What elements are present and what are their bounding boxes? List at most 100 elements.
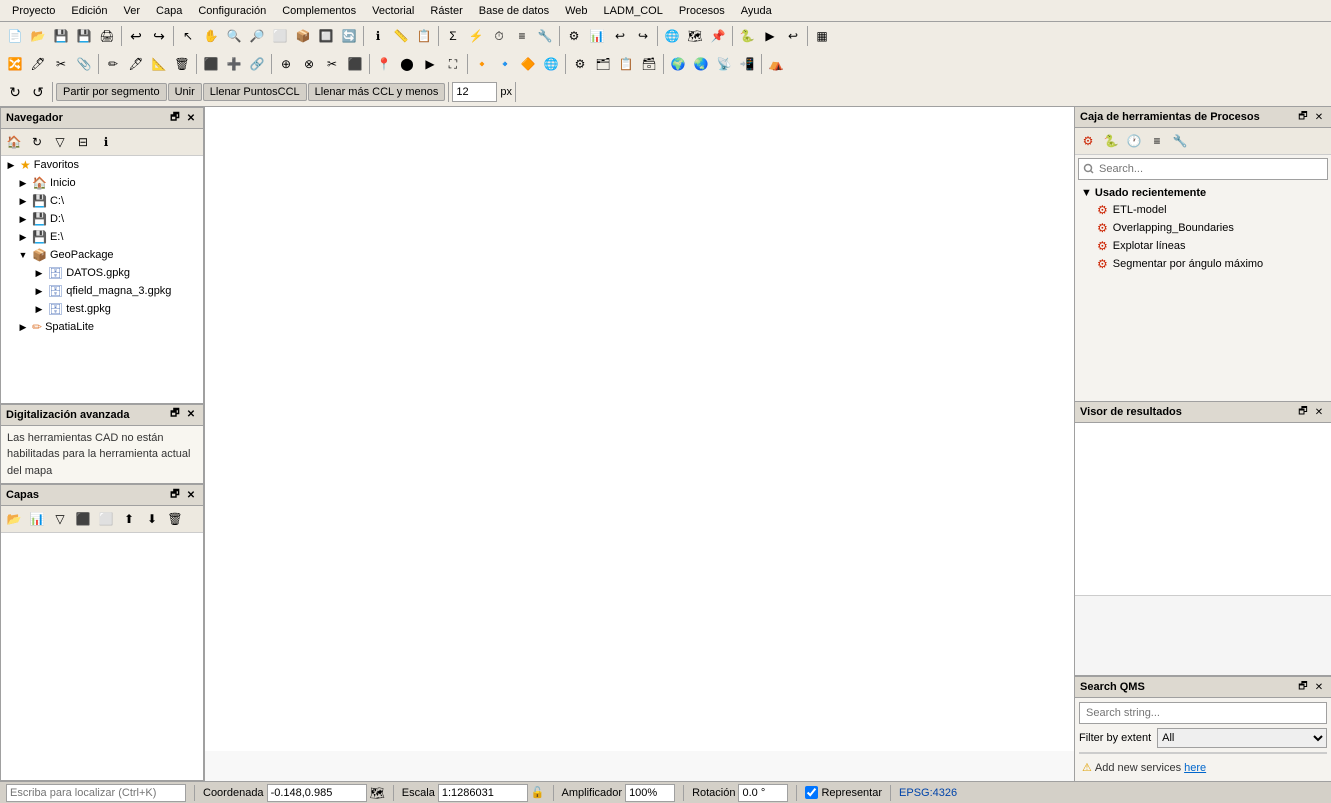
tb2-25[interactable]: 🗂 [592,53,614,75]
tb-ext2[interactable]: 🗺 [684,25,706,47]
nav-qfield-gpkg[interactable]: ▶ 🗄 qfield_magna_3.gpkg [1,282,203,300]
tb2-10[interactable]: ➕ [223,53,245,75]
tb2-3[interactable]: ✂ [50,53,72,75]
toolbox-item-overlap[interactable]: ⚙ Overlapping_Boundaries [1077,219,1329,237]
tb2-5[interactable]: ✏ [102,53,124,75]
tb-save[interactable]: 💾 [50,25,72,47]
menu-edicion[interactable]: Edición [63,3,115,19]
tb-select[interactable]: ↖ [177,25,199,47]
toolbox-clock-btn[interactable]: 🕐 [1123,130,1145,152]
tb-new[interactable]: 📄 [4,25,26,47]
tb2-28[interactable]: 🌍 [667,53,689,75]
menu-web[interactable]: Web [557,3,595,19]
toolbox-item-segmentar[interactable]: ⚙ Segmentar por ángulo máximo [1077,255,1329,273]
tb2-1[interactable]: 🔀 [4,53,26,75]
toolbox-list-btn[interactable]: ≡ [1146,130,1168,152]
toolbox-item-explotar[interactable]: ⚙ Explotar líneas [1077,237,1329,255]
tb2-19[interactable]: ⛶ [442,53,464,75]
nav-info-btn[interactable]: ℹ [95,131,117,153]
tb-tip1[interactable]: Σ [442,25,464,47]
tb-tip2[interactable]: ⚡ [465,25,487,47]
nav-refresh-btn[interactable]: ↻ [26,131,48,153]
menu-complementos[interactable]: Complementos [274,3,364,19]
tb2-31[interactable]: 📲 [736,53,758,75]
statusbar-search-input[interactable] [6,784,186,802]
nav-favorites[interactable]: ▶ ★ Favoritos [1,156,203,174]
tb-undo[interactable]: ↩ [125,25,147,47]
toolbox-item-etl[interactable]: ⚙ ETL-model [1077,201,1329,219]
toolbox-python-btn[interactable]: 🐍 [1100,130,1122,152]
scale-input[interactable] [438,784,528,802]
nav-geopackage[interactable]: ▼ 📦 GeoPackage [1,246,203,264]
tb2-15[interactable]: ⬛ [344,53,366,75]
tb2-17[interactable]: ⬤ [396,53,418,75]
tb2-4[interactable]: 📎 [73,53,95,75]
toolbox-settings-btn[interactable]: 🔧 [1169,130,1191,152]
tb-py2[interactable]: ▶ [759,25,781,47]
tb2-14[interactable]: ✂ [321,53,343,75]
tb3-refresh2[interactable]: ↺ [27,81,49,103]
tb-save-as[interactable]: 💾 [73,25,95,47]
menu-vectorial[interactable]: Vectorial [364,3,422,19]
toolbox-search-input[interactable] [1078,158,1328,180]
tb-zoom-out[interactable]: 🔎 [246,25,268,47]
navigator-float-btn[interactable]: 🗗 [168,111,182,125]
tb2-22[interactable]: 🔶 [517,53,539,75]
tb-redo[interactable]: ↪ [148,25,170,47]
tb-misc3[interactable]: ↩ [609,25,631,47]
tb-identify[interactable]: ℹ [367,25,389,47]
tb2-18[interactable]: ▶ [419,53,441,75]
layers-float-btn[interactable]: 🗗 [168,488,182,502]
represent-checkbox[interactable] [805,786,818,799]
tb2-8[interactable]: 🗑 [171,53,193,75]
navigator-close-btn[interactable]: ✕ [184,111,198,125]
results-close-btn[interactable]: ✕ [1312,405,1326,419]
layer-remove-btn[interactable]: 🗑 [164,508,186,530]
nav-c-drive[interactable]: ▶ 💾 C:\ [1,192,203,210]
menu-raster[interactable]: Ráster [422,3,470,19]
menu-configuracion[interactable]: Configuración [190,3,274,19]
layer-up-btn[interactable]: ⬆ [118,508,140,530]
tb2-21[interactable]: 🔹 [494,53,516,75]
qms-search-input[interactable] [1079,702,1327,724]
tb2-12[interactable]: ⊕ [275,53,297,75]
px-value-input[interactable] [452,82,497,102]
btn-unir[interactable]: Unir [168,83,202,101]
tb2-24[interactable]: ⚙ [569,53,591,75]
nav-test-gpkg[interactable]: ▶ 🗄 test.gpkg [1,300,203,318]
epsg-label[interactable]: EPSG:4326 [899,787,957,799]
nav-spatialite[interactable]: ▶ ✏ SpatiaLite [1,318,203,336]
nav-e-drive[interactable]: ▶ 💾 E:\ [1,228,203,246]
qms-footer-link[interactable]: here [1184,762,1206,774]
tb2-23[interactable]: 🌐 [540,53,562,75]
layer-datasource-btn[interactable]: 📊 [26,508,48,530]
rotation-input[interactable] [738,784,788,802]
tb2-16[interactable]: 📍 [373,53,395,75]
menu-ver[interactable]: Ver [116,3,149,19]
layers-close-btn[interactable]: ✕ [184,488,198,502]
qms-close-btn[interactable]: ✕ [1312,680,1326,694]
tb-ext3[interactable]: 📌 [707,25,729,47]
tb3-refresh1[interactable]: ↻ [4,81,26,103]
tb-misc4[interactable]: ↪ [632,25,654,47]
menu-ladm[interactable]: LADM_COL [596,3,671,19]
tb-tip4[interactable]: ≡ [511,25,533,47]
tb2-9[interactable]: ⬛ [200,53,222,75]
layer-group1-btn[interactable]: ⬛ [72,508,94,530]
tb-misc1[interactable]: ⚙ [563,25,585,47]
tb2-27[interactable]: 🗃 [638,53,660,75]
tb-print[interactable]: 🖨 [96,25,118,47]
tb-zoom-layer[interactable]: 📦 [292,25,314,47]
tb2-13[interactable]: ⊗ [298,53,320,75]
menu-base-datos[interactable]: Base de datos [471,3,557,19]
tb-zoom-full[interactable]: ⬜ [269,25,291,47]
layer-filter-btn[interactable]: ▽ [49,508,71,530]
tb2-6[interactable]: 🖋 [125,53,147,75]
tb-zoom-in[interactable]: 🔍 [223,25,245,47]
tb-py3[interactable]: ↩ [782,25,804,47]
tb-last[interactable]: ▦ [811,25,833,47]
nav-datos-gpkg[interactable]: ▶ 🗄 DATOS.gpkg [1,264,203,282]
tb-open[interactable]: 📂 [27,25,49,47]
nav-filter-btn[interactable]: ▽ [49,131,71,153]
tb2-2[interactable]: 🖊 [27,53,49,75]
